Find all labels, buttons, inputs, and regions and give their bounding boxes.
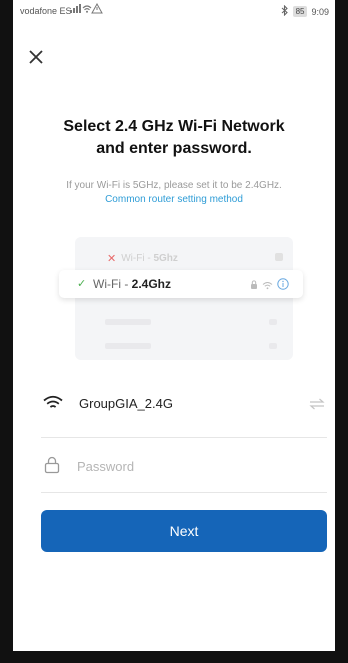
title-line-2: and enter password.: [96, 140, 252, 157]
wifi-24g-prefix: Wi-Fi -: [93, 277, 132, 291]
carrier-label: vodafone ES: [20, 6, 72, 16]
lock-icon: [250, 277, 258, 295]
wifi-24g-card: ✓ Wi-Fi - 2.4Ghz: [59, 270, 303, 298]
wifi-illustration: ✕ Wi-Fi - 5Ghz ✓ Wi-Fi - 2.4Ghz: [59, 237, 303, 360]
phone-screen: vodafone ES 85 9:09 Select 2.4 GHz Wi-Fi…: [13, 0, 335, 651]
placeholder-icon: [275, 253, 283, 261]
router-setting-link[interactable]: Common router setting method: [13, 194, 335, 205]
status-bar: vodafone ES 85 9:09: [13, 0, 335, 26]
bluetooth-icon: [281, 4, 289, 18]
page-title: Select 2.4 GHz Wi-Fi Network and enter p…: [13, 116, 335, 160]
clock: 9:09: [311, 6, 329, 17]
placeholder-bar: [105, 343, 151, 349]
hint-text: If your Wi-Fi is 5GHz, please set it to …: [66, 180, 282, 191]
wifi-signal-icon: [262, 277, 273, 295]
wifi-5g-prefix: Wi-Fi -: [121, 253, 154, 264]
placeholder-bar: [269, 319, 277, 325]
check-icon: ✓: [77, 278, 87, 290]
placeholder-bar: [105, 319, 151, 325]
next-button[interactable]: Next: [41, 510, 327, 552]
wifi-icon: [43, 395, 63, 416]
info-icon: [277, 277, 289, 295]
battery-level: 85: [292, 6, 308, 17]
password-input[interactable]: [75, 453, 289, 479]
switch-network-icon[interactable]: [309, 397, 325, 415]
wifi-24g-band: 2.4Ghz: [131, 277, 172, 291]
card-icons: [250, 277, 289, 295]
signal-icons: [69, 2, 103, 16]
ssid-value[interactable]: GroupGIA_2.4G: [79, 396, 173, 411]
title-line-1: Select 2.4 GHz Wi-Fi Network: [63, 118, 285, 135]
password-divider: [41, 492, 327, 493]
password-row: [41, 444, 327, 488]
close-icon[interactable]: [27, 48, 45, 66]
wifi-5g-row: ✕ Wi-Fi - 5Ghz: [107, 252, 283, 265]
ssid-row: GroupGIA_2.4G: [41, 383, 327, 427]
wifi-5g-band: 5Ghz: [153, 253, 178, 264]
ssid-divider: [41, 437, 327, 438]
lock-icon: [44, 456, 60, 479]
status-right: 85 9:09: [281, 4, 329, 18]
cross-icon: ✕: [107, 253, 117, 265]
placeholder-bar: [269, 343, 277, 349]
